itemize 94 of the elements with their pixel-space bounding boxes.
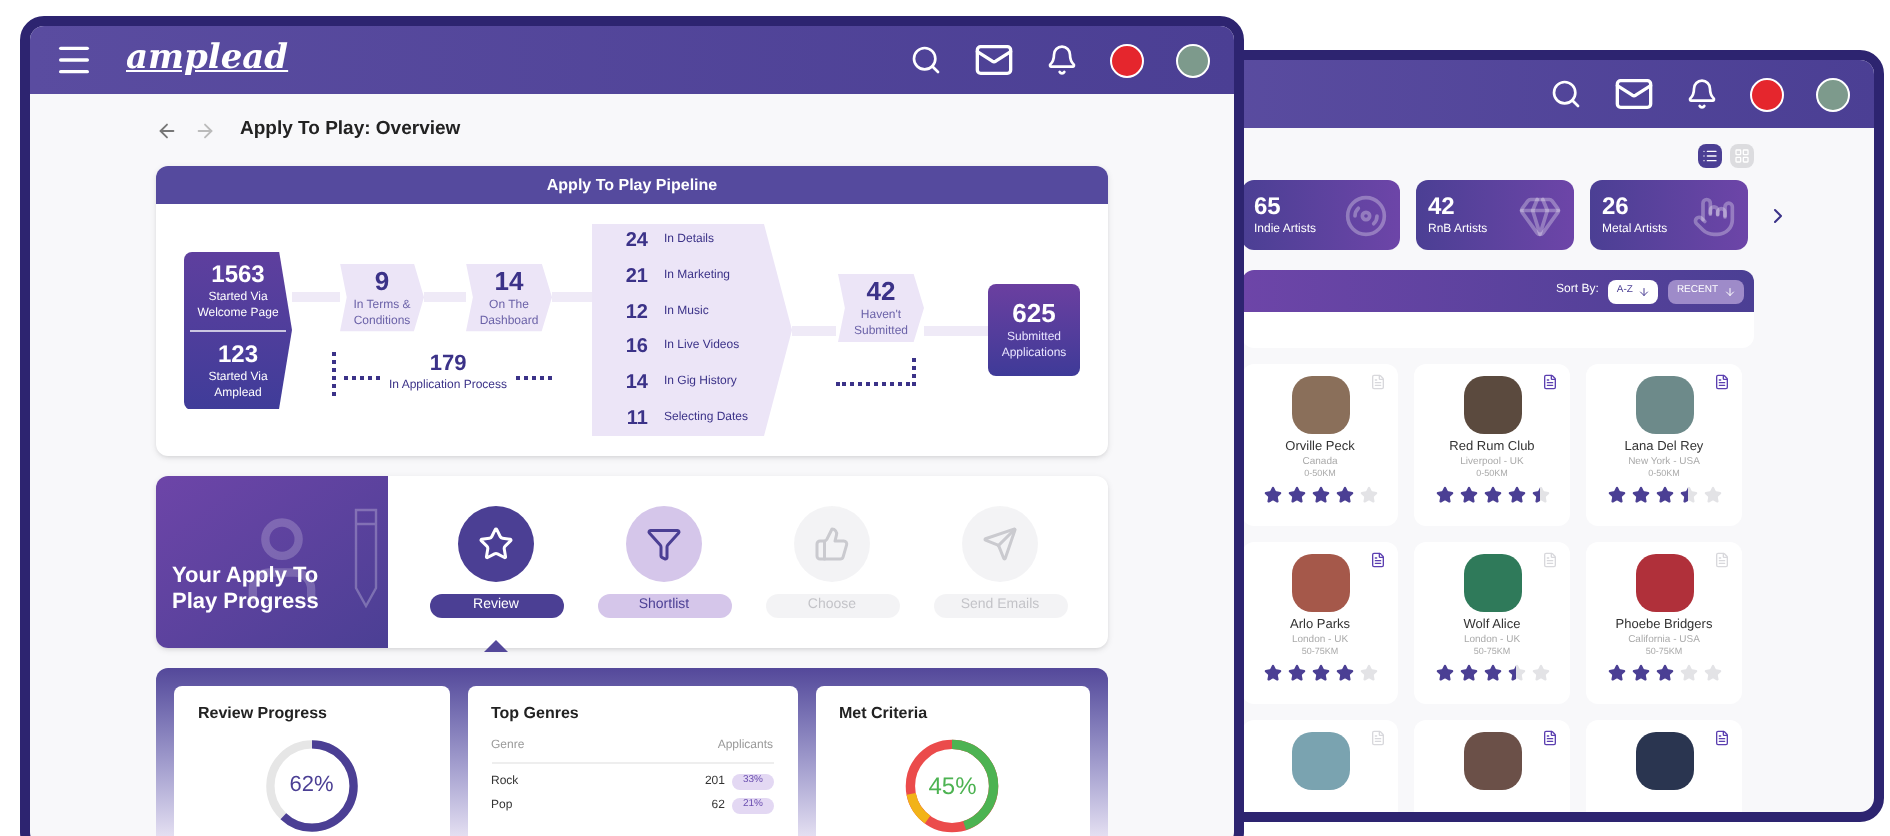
document-icon[interactable] [1714,730,1730,746]
progress-reading: 62% [289,775,334,797]
logo: amplead [126,36,289,83]
star-icon [478,526,514,562]
card-title: Top Genres [491,702,581,726]
section-count: 11 [624,405,648,434]
arrow-down-icon [1638,285,1651,297]
star-icon [1507,486,1525,504]
mail-icon[interactable] [974,40,1014,80]
star-icon [1287,664,1305,682]
star-icon [1263,486,1281,504]
section-count: 21 [624,263,648,292]
star-icon [1459,664,1477,682]
process-count: 179 [429,351,467,379]
pipeline-title: Apply To Play Pipeline [156,166,1108,204]
section-count: 16 [624,334,648,363]
photo-placeholder [1635,376,1693,434]
node-count: 1563 [211,259,265,289]
document-icon[interactable] [1370,552,1386,568]
pencil-icon [354,508,378,608]
user-avatar[interactable] [1816,77,1850,111]
photo-placeholder [1463,732,1521,790]
photo-placeholder [1291,554,1349,612]
star-icon [1335,664,1353,682]
list-view-toggle[interactable] [1698,144,1722,168]
arrow-down-icon [1724,285,1736,297]
photo-placeholder [1635,554,1693,612]
node-count: 9 [374,265,390,298]
star-icon [1287,486,1305,504]
star-icon [1435,486,1453,504]
user-avatar[interactable] [1176,43,1210,77]
star-icon [1483,664,1501,682]
photo-placeholder [1291,376,1349,434]
star-icon [1531,486,1549,504]
star-icon [1607,664,1625,682]
brand-avatar[interactable] [1750,77,1784,111]
star-icon [1655,664,1673,682]
star-icon [1311,486,1329,504]
star-icon [1679,486,1697,504]
section-count: 14 [624,369,648,398]
photo-placeholder [1635,732,1693,790]
document-icon[interactable] [1714,374,1730,390]
star-icon [1311,664,1329,682]
pointer-triangle [484,640,508,652]
filter-icon [646,526,682,562]
star-icon [1703,664,1721,682]
photo-placeholder [1463,376,1521,434]
star-icon [1703,486,1721,504]
star-icon [1359,664,1377,682]
star-icon [1483,486,1501,504]
section-count: 12 [624,299,648,328]
document-icon[interactable] [1542,730,1558,746]
node-count: 123 [217,339,259,369]
star-icon [1459,486,1477,504]
node-count: 14 [494,265,524,298]
gem-icon [1518,193,1562,237]
card-title: Review Progress [198,702,327,726]
search-icon[interactable] [1550,78,1582,110]
star-icon [1631,486,1649,504]
category-count: 42 [1428,191,1457,221]
criteria-reading: 45% [928,774,977,798]
star-icon [1679,664,1697,682]
category-count: 26 [1602,191,1631,221]
card-title: Met Criteria [839,702,928,726]
progress-title: Your Apply To Play Progress [172,564,321,616]
node-count: 42 [866,275,896,309]
hand-icon [1692,193,1736,237]
star-icon [1507,664,1525,682]
grid-view-toggle[interactable] [1730,144,1754,168]
bell-icon[interactable] [1686,78,1718,110]
thumbs-up-icon [814,526,850,562]
submit-bracket [836,358,916,386]
star-icon [1359,486,1377,504]
star-icon [1531,664,1549,682]
search-icon[interactable] [910,44,942,76]
photo-placeholder [1463,554,1521,612]
star-icon [1435,664,1453,682]
mail-icon[interactable] [1614,74,1654,114]
send-icon [982,526,1018,562]
brand-avatar[interactable] [1110,43,1144,77]
photo-placeholder [1291,732,1349,790]
category-count: 65 [1254,191,1283,221]
star-icon [1335,486,1353,504]
star-icon [1607,486,1625,504]
star-icon [1263,664,1281,682]
section-count: 24 [624,228,648,257]
star-icon [1655,486,1673,504]
disc-icon [1344,193,1388,237]
back-arrow-icon[interactable] [156,119,178,141]
page-title: Apply To Play: Overview [240,115,461,144]
bell-icon[interactable] [1046,44,1078,76]
node-count: 625 [1012,297,1056,331]
document-icon[interactable] [1542,374,1558,390]
star-icon [1631,664,1649,682]
